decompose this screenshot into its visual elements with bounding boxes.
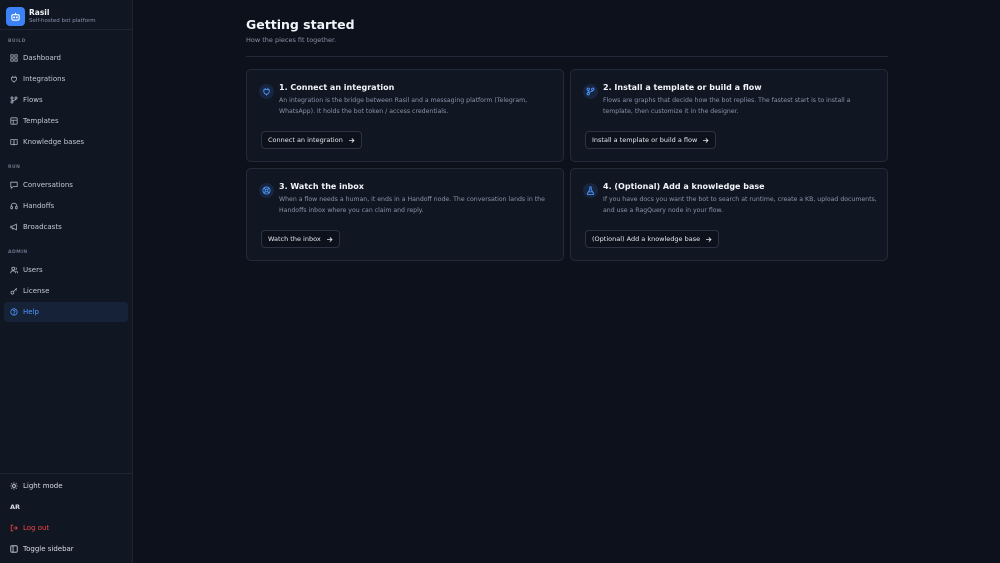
button-label: Watch the inbox xyxy=(268,235,321,243)
install-template-button[interactable]: Install a template or build a flow xyxy=(585,131,717,149)
sidebar-item-label: Knowledge bases xyxy=(23,138,85,146)
sidebar-item-label: Flows xyxy=(23,96,43,104)
users-icon xyxy=(9,266,18,275)
headset-icon xyxy=(9,202,18,211)
brand-divider xyxy=(0,29,133,30)
theme-toggle-label: Light mode xyxy=(23,482,63,490)
arrow-right-icon xyxy=(702,137,709,144)
sidebar-item-label: Handoffs xyxy=(23,202,55,210)
card-description: An integration is the bridge between Ras… xyxy=(279,97,528,115)
card-title: 2. Install a template or build a flow xyxy=(603,83,762,92)
template-icon xyxy=(9,117,18,126)
plug-icon xyxy=(259,84,274,99)
card-connect-integration: 1. Connect an integration An integration… xyxy=(246,69,564,162)
card-watch-inbox: 3. Watch the inbox When a flow needs a h… xyxy=(246,168,564,261)
sidebar-item-help[interactable]: Help xyxy=(4,302,128,322)
sidebar-item-label: Conversations xyxy=(23,181,73,189)
lifebuoy-icon xyxy=(259,183,274,198)
section-label-run: RUN xyxy=(8,165,21,170)
arrow-right-icon xyxy=(348,137,355,144)
bottom-divider xyxy=(0,473,133,474)
sidebar-icon xyxy=(9,545,18,554)
arrow-right-icon xyxy=(326,236,333,243)
toggle-sidebar-button[interactable]: Toggle sidebar xyxy=(4,540,128,558)
sidebar-item-knowledge-bases[interactable]: Knowledge bases xyxy=(4,132,128,152)
bot-logo-icon xyxy=(6,6,25,26)
help-icon xyxy=(9,308,18,317)
sidebar-item-broadcasts[interactable]: Broadcasts xyxy=(4,217,128,237)
chat-icon xyxy=(9,181,18,190)
sidebar-item-label: Broadcasts xyxy=(23,223,62,231)
arrow-right-icon xyxy=(705,236,712,243)
key-icon xyxy=(9,287,18,296)
brand-tagline: Self-hosted bot platform xyxy=(29,17,96,24)
sun-icon xyxy=(9,482,18,491)
card-install-template: 2. Install a template or build a flow Fl… xyxy=(570,69,888,162)
sidebar-item-license[interactable]: License xyxy=(4,281,128,301)
sidebar-item-conversations[interactable]: Conversations xyxy=(4,175,128,195)
button-label: Install a template or build a flow xyxy=(592,136,698,144)
sidebar-item-label: Help xyxy=(23,308,39,316)
megaphone-icon xyxy=(9,223,18,232)
flow-icon xyxy=(9,96,18,105)
flask-icon xyxy=(583,183,598,198)
logout-icon xyxy=(9,524,18,533)
sidebar-item-label: Users xyxy=(23,266,43,274)
brand-name: Rasil xyxy=(29,7,50,17)
card-title: 1. Connect an integration xyxy=(279,83,395,92)
sidebar-item-label: Dashboard xyxy=(23,54,61,62)
toggle-sidebar-label: Toggle sidebar xyxy=(23,545,74,553)
connect-integration-button[interactable]: Connect an integration xyxy=(261,131,362,149)
logout-button[interactable]: Log out xyxy=(4,519,128,537)
sidebar-item-label: Integrations xyxy=(23,75,66,83)
main-content: Getting started How the pieces fit toget… xyxy=(134,0,1000,563)
avatar[interactable]: AR xyxy=(10,503,20,511)
section-label-build: BUILD xyxy=(8,39,26,44)
card-title: 3. Watch the inbox xyxy=(279,182,364,191)
section-label-admin: ADMIN xyxy=(8,250,28,255)
card-add-knowledge-base: 4. (Optional) Add a knowledge base If yo… xyxy=(570,168,888,261)
sidebar: Rasil Self-hosted bot platform BUILD Das… xyxy=(0,0,133,563)
theme-toggle-button[interactable]: Light mode xyxy=(4,477,128,495)
brand[interactable]: Rasil Self-hosted bot platform xyxy=(6,5,128,27)
button-label: Connect an integration xyxy=(268,136,343,144)
sidebar-item-integrations[interactable]: Integrations xyxy=(4,69,128,89)
button-label: (Optional) Add a knowledge base xyxy=(592,235,701,243)
sidebar-item-flows[interactable]: Flows xyxy=(4,90,128,110)
flow-icon xyxy=(583,84,598,99)
sidebar-item-label: Templates xyxy=(23,117,59,125)
sidebar-item-users[interactable]: Users xyxy=(4,260,128,280)
logout-label: Log out xyxy=(23,524,50,532)
card-description: Flows are graphs that decide how the bot… xyxy=(603,97,851,115)
card-description: If you have docs you want the bot to sea… xyxy=(603,196,877,214)
card-title: 4. (Optional) Add a knowledge base xyxy=(603,182,765,191)
dashboard-icon xyxy=(9,54,18,63)
card-description: When a flow needs a human, it ends in a … xyxy=(279,196,545,214)
sidebar-item-dashboard[interactable]: Dashboard xyxy=(4,48,128,68)
sidebar-item-templates[interactable]: Templates xyxy=(4,111,128,131)
page-subtitle: How the pieces fit together. xyxy=(246,36,337,44)
title-divider xyxy=(246,56,888,57)
add-knowledge-base-button[interactable]: (Optional) Add a knowledge base xyxy=(585,230,720,248)
sidebar-item-handoffs[interactable]: Handoffs xyxy=(4,196,128,216)
watch-inbox-button[interactable]: Watch the inbox xyxy=(261,230,340,248)
plug-icon xyxy=(9,75,18,84)
sidebar-item-label: License xyxy=(23,287,50,295)
book-icon xyxy=(9,138,18,147)
page-title: Getting started xyxy=(246,17,355,32)
